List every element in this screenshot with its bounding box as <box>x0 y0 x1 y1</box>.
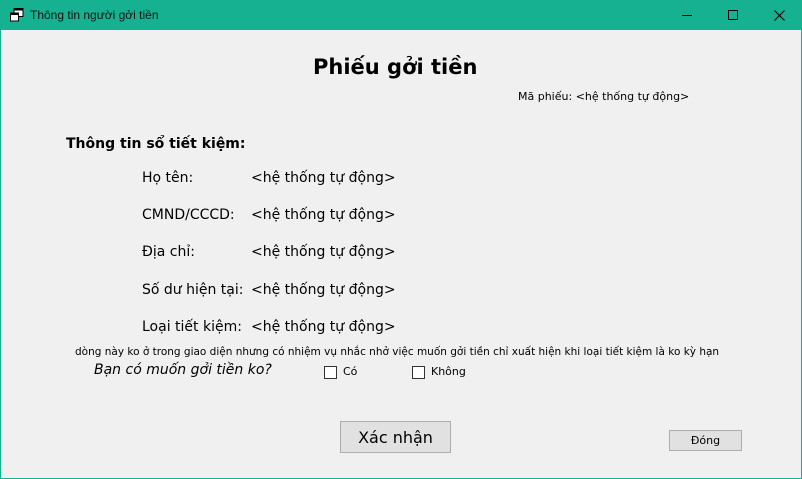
field-value-savings-type: <hệ thống tự động> <box>251 319 396 335</box>
field-value-id: <hệ thống tự động> <box>251 207 396 223</box>
field-label-address: Địa chỉ: <box>142 244 195 260</box>
receipt-code-label: Mã phiếu: <box>518 90 573 103</box>
confirm-button[interactable]: Xác nhận <box>340 421 451 453</box>
field-label-balance: Số dư hiện tại: <box>142 282 244 298</box>
no-checkbox-label[interactable]: Không <box>431 365 466 378</box>
yes-checkbox[interactable] <box>324 366 337 379</box>
field-value-name: <hệ thống tự động> <box>251 170 396 186</box>
close-window-button[interactable] <box>756 0 802 30</box>
minimize-button[interactable] <box>664 0 710 30</box>
field-label-name: Họ tên: <box>142 170 194 186</box>
maximize-button[interactable] <box>710 0 756 30</box>
minimize-icon <box>682 10 692 20</box>
app-window-icon <box>10 8 24 22</box>
no-checkbox[interactable] <box>412 366 425 379</box>
close-icon <box>773 9 785 21</box>
window-title: Thông tin người gởi tiền <box>30 8 159 22</box>
field-label-id: CMND/CCCD: <box>142 207 235 223</box>
yes-checkbox-label[interactable]: Có <box>343 365 357 378</box>
receipt-code-value: <hệ thống tự động> <box>575 90 690 103</box>
field-value-balance: <hệ thống tự động> <box>251 282 396 298</box>
section-title: Thông tin sổ tiết kiệm: <box>66 136 246 152</box>
field-value-address: <hệ thống tự động> <box>251 244 396 260</box>
note-text: dòng này ko ở trong giao diện nhưng có n… <box>75 346 720 358</box>
maximize-icon <box>728 10 738 20</box>
title-bar: Thông tin người gởi tiền <box>0 0 802 30</box>
close-button[interactable]: Đóng <box>669 430 742 451</box>
field-label-savings-type: Loại tiết kiệm: <box>142 319 242 335</box>
form-heading: Phiếu gởi tiền <box>313 55 478 79</box>
deposit-question: Bạn có muốn gởi tiền ko? <box>94 362 272 378</box>
receipt-code: Mã phiếu: <hệ thống tự động> <box>518 90 689 103</box>
